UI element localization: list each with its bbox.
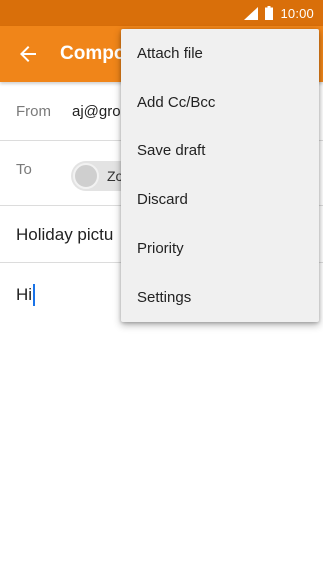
status-time: 10:00 xyxy=(280,5,314,21)
back-arrow-icon[interactable] xyxy=(0,26,56,82)
from-value[interactable]: aj@gro xyxy=(72,103,121,120)
signal-icon xyxy=(244,6,259,20)
from-label: From xyxy=(16,103,51,120)
overflow-menu: Attach file Add Cc/Bcc Save draft Discar… xyxy=(121,29,319,322)
avatar xyxy=(73,163,99,189)
menu-item-save-draft[interactable]: Save draft xyxy=(121,127,319,176)
compose-screen: 10:00 Compose From aj@gro To Zo Holiday … xyxy=(0,0,323,576)
to-label: To xyxy=(16,161,32,178)
body-text: Hi xyxy=(16,285,33,304)
menu-item-settings[interactable]: Settings xyxy=(121,273,319,322)
text-cursor xyxy=(33,284,36,306)
status-bar: 10:00 xyxy=(0,0,323,26)
subject-input[interactable]: Holiday pictu xyxy=(16,225,113,245)
body-input[interactable]: Hi xyxy=(16,284,36,306)
menu-item-attach-file[interactable]: Attach file xyxy=(121,29,319,78)
menu-item-priority[interactable]: Priority xyxy=(121,224,319,273)
battery-icon xyxy=(265,6,274,20)
menu-item-add-cc-bcc[interactable]: Add Cc/Bcc xyxy=(121,78,319,127)
menu-item-discard[interactable]: Discard xyxy=(121,175,319,224)
